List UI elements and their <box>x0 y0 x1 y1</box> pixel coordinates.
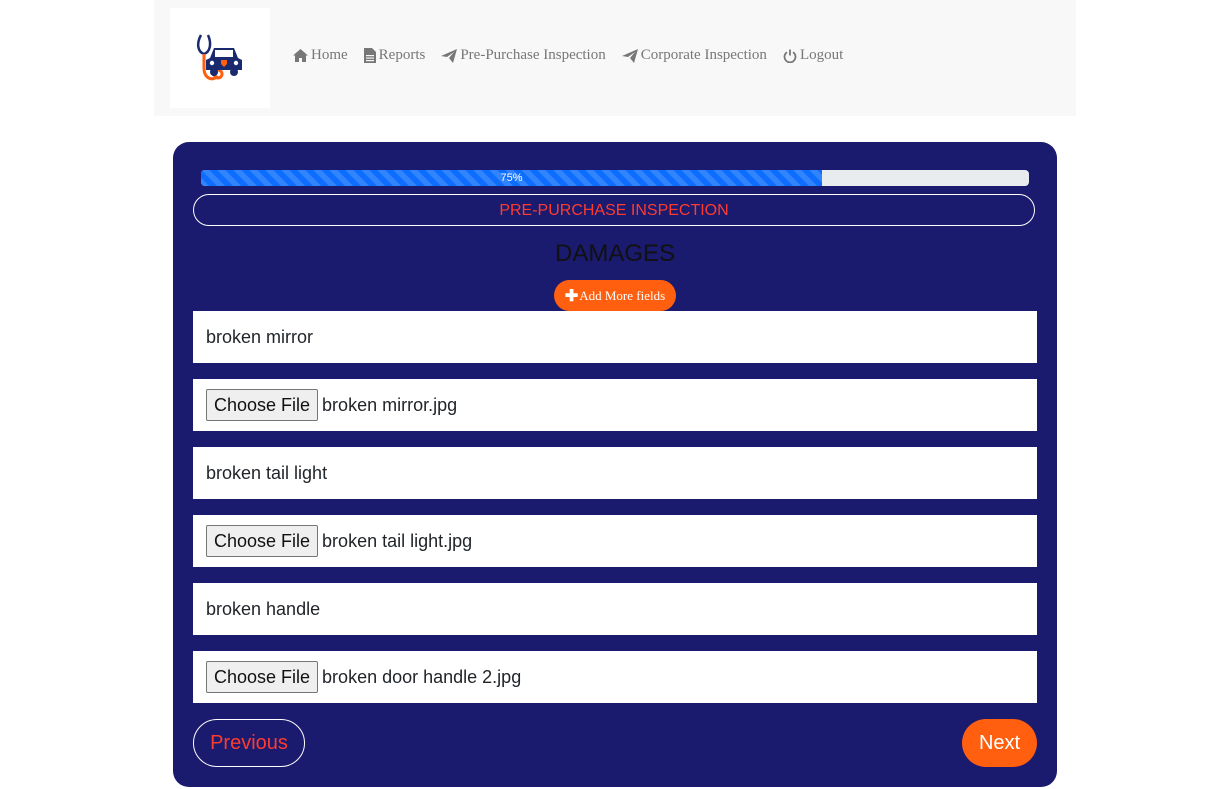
damage-description-input[interactable]: broken handle <box>193 583 1037 635</box>
add-more-fields-label: Add More fields <box>579 287 666 303</box>
nav-home[interactable]: Home <box>293 47 348 64</box>
section-title: DAMAGES <box>554 240 676 267</box>
next-button[interactable]: Next <box>962 719 1037 767</box>
selected-file-name: broken mirror.jpg <box>322 394 458 415</box>
add-more-fields-button[interactable]: ✚ Add More fields <box>554 280 676 311</box>
choose-file-button[interactable]: Choose File <box>206 525 319 557</box>
main-nav: Home Reports Pre-Purchase Inspection Cor… <box>293 47 859 64</box>
damage-photo-input[interactable]: Choose File broken mirror.jpg <box>193 379 1037 431</box>
damage-description-input[interactable]: broken mirror <box>193 311 1037 363</box>
damage-photo-input[interactable]: Choose File broken tail light.jpg <box>193 515 1037 567</box>
damage-description-value: broken tail light <box>206 462 328 483</box>
form-title: PRE-PURCHASE INSPECTION <box>193 194 1035 226</box>
nav-corporate[interactable]: Corporate Inspection <box>621 47 767 64</box>
selected-file-name: broken tail light.jpg <box>322 530 473 551</box>
home-icon <box>293 49 308 62</box>
choose-file-button[interactable]: Choose File <box>206 661 319 693</box>
selected-file-name: broken door handle 2.jpg <box>322 666 522 687</box>
car-stethoscope-logo-icon <box>196 34 242 81</box>
plus-icon: ✚ <box>564 287 579 305</box>
paper-plane-icon <box>621 48 638 63</box>
nav-pre-purchase-label: Pre-Purchase Inspection <box>460 47 606 63</box>
nav-corporate-label: Corporate Inspection <box>640 47 767 63</box>
nav-reports-label: Reports <box>378 47 426 63</box>
progress-track: 75% <box>201 170 1029 186</box>
damage-photo-input[interactable]: Choose File broken door handle 2.jpg <box>193 651 1037 703</box>
nav-pre-purchase[interactable]: Pre-Purchase Inspection <box>441 47 606 64</box>
damage-description-input[interactable]: broken tail light <box>193 447 1037 499</box>
inspection-form-card: 75% PRE-PURCHASE INSPECTION DAMAGES ✚ Ad… <box>173 142 1057 787</box>
paper-plane-icon <box>441 48 458 63</box>
navbar: Home Reports Pre-Purchase Inspection Cor… <box>154 0 1076 116</box>
nav-home-label: Home <box>311 47 348 63</box>
logo[interactable] <box>170 8 270 108</box>
power-icon <box>783 49 797 63</box>
document-icon <box>363 48 376 63</box>
progress-bar: 75% <box>201 170 822 186</box>
nav-reports[interactable]: Reports <box>363 47 426 64</box>
choose-file-button[interactable]: Choose File <box>206 389 319 421</box>
nav-logout-label: Logout <box>799 47 844 63</box>
nav-logout[interactable]: Logout <box>783 47 843 64</box>
damage-description-value: broken handle <box>206 598 321 619</box>
previous-button[interactable]: Previous <box>193 719 305 767</box>
damage-description-value: broken mirror <box>206 326 314 347</box>
